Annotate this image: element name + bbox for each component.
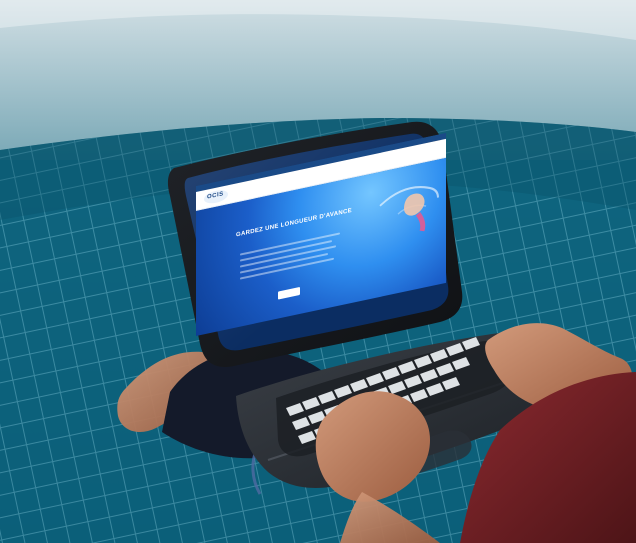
hero-body-line-1 (240, 232, 340, 256)
hero-body-text (240, 228, 340, 293)
hero-cta-button[interactable] (278, 286, 300, 300)
swimmer-image (379, 186, 439, 232)
site-logo[interactable]: OCIS (204, 188, 228, 206)
site-logo-text: OCIS (207, 191, 224, 201)
